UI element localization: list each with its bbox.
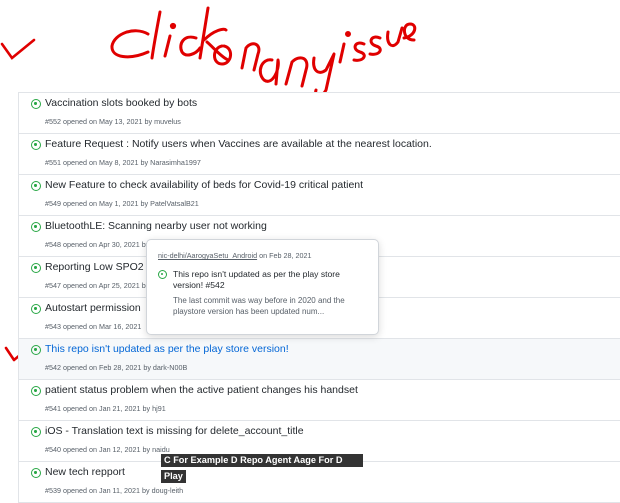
- popover-title[interactable]: This repo isn't updated as per the play …: [173, 269, 371, 291]
- issue-author[interactable]: PatelVatsalB21: [150, 199, 199, 208]
- issue-author[interactable]: naidu: [152, 445, 170, 454]
- issue-title[interactable]: Vaccination slots booked by bots: [45, 97, 197, 109]
- issue-row[interactable]: Vaccination slots booked by bots #552 op…: [19, 93, 620, 134]
- issue-title[interactable]: Autostart permission: [45, 302, 141, 314]
- issue-author[interactable]: hj91: [152, 404, 166, 413]
- popover-date: on Feb 28, 2021: [259, 251, 312, 260]
- issue-title[interactable]: New tech repport: [45, 466, 125, 478]
- issue-open-icon: [31, 99, 41, 109]
- popover-repo-link[interactable]: nic-delhi/AarogyaSetu_Android: [158, 251, 257, 260]
- issue-open-icon: [31, 140, 41, 150]
- issue-title[interactable]: BluetoothLE: Scanning nearby user not wo…: [45, 220, 267, 232]
- issue-meta: #541 opened on Jan 21, 2021 by hj91: [45, 404, 166, 413]
- issue-hover-card: nic-delhi/AarogyaSetu_Android on Feb 28,…: [146, 239, 379, 335]
- issue-title[interactable]: New Feature to check availability of bed…: [45, 179, 363, 191]
- issue-open-icon: [31, 304, 41, 314]
- issue-title[interactable]: patient status problem when the active p…: [45, 384, 358, 396]
- issue-row[interactable]: New Feature to check availability of bed…: [19, 175, 620, 216]
- issue-meta: #539 opened on Jan 11, 2021 by doug-leit…: [45, 486, 184, 495]
- popover-repo-line: nic-delhi/AarogyaSetu_Android on Feb 28,…: [158, 251, 311, 260]
- issue-title[interactable]: iOS - Translation text is missing for de…: [45, 425, 304, 437]
- issue-meta: #548 opened on Apr 30, 2021 by: [45, 240, 150, 249]
- issue-row[interactable]: patient status problem when the active p…: [19, 380, 620, 421]
- issue-open-icon: [31, 263, 41, 273]
- issue-row-highlighted[interactable]: This repo isn't updated as per the play …: [19, 339, 620, 380]
- issue-meta: #551 opened on May 8, 2021 by Narasimha1…: [45, 158, 201, 167]
- issue-meta: #542 opened on Feb 28, 2021 by dark-N00B: [45, 363, 188, 372]
- issue-meta: #549 opened on May 1, 2021 by PatelVatsa…: [45, 199, 199, 208]
- issue-open-icon: [31, 468, 41, 478]
- issue-author[interactable]: Narasimha1997: [150, 158, 201, 167]
- handwritten-annotation: [0, 6, 417, 97]
- issue-author[interactable]: muvelus: [154, 117, 181, 126]
- issue-open-icon: [158, 270, 167, 279]
- popover-body: The last commit was way before in 2020 a…: [173, 296, 345, 316]
- issue-author[interactable]: dark-N00B: [153, 363, 187, 372]
- issue-meta: #543 opened on Mar 16, 2021: [45, 322, 142, 331]
- issue-open-icon: [31, 386, 41, 396]
- issue-title[interactable]: Feature Request : Notify users when Vacc…: [45, 138, 432, 150]
- issue-author[interactable]: doug-leith: [152, 486, 184, 495]
- issue-meta: #552 opened on May 13, 2021 by muvelus: [45, 117, 181, 126]
- issue-meta: #540 opened on Jan 12, 2021 by naidu: [45, 445, 170, 454]
- video-caption-line-2: Play: [161, 470, 186, 483]
- issue-open-icon: [31, 427, 41, 437]
- issue-open-icon: [31, 345, 41, 355]
- issue-open-icon: [31, 181, 41, 191]
- issue-meta: #547 opened on Apr 25, 2021 b: [45, 281, 146, 290]
- issue-title[interactable]: Reporting Low SPO2 i: [45, 261, 149, 273]
- issue-title[interactable]: This repo isn't updated as per the play …: [45, 343, 289, 355]
- issue-open-icon: [31, 222, 41, 232]
- issue-row[interactable]: Feature Request : Notify users when Vacc…: [19, 134, 620, 175]
- issue-row[interactable]: New tech repport #539 opened on Jan 11, …: [19, 462, 620, 503]
- video-caption-line-1: C For Example D Repo Agent Aage For D: [161, 454, 363, 467]
